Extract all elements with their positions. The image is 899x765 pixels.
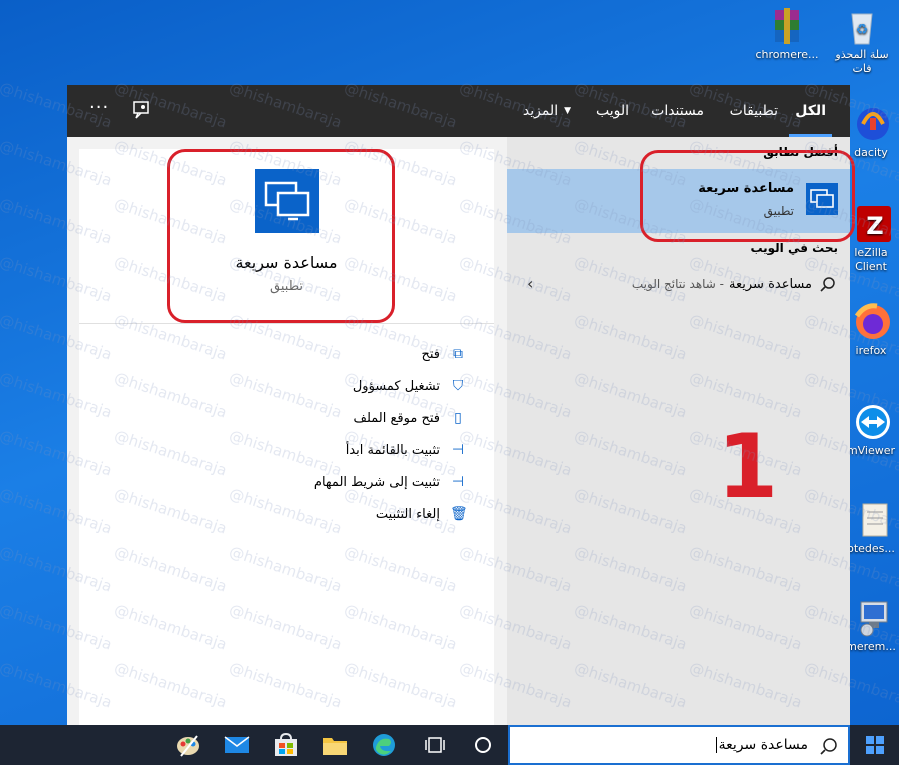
action-open-file-location[interactable]: فتح موقع الملف ▯ [354,407,466,429]
recycle-bin-icon: ♻ [842,6,882,46]
tab-documents[interactable]: مستندات [651,85,704,137]
trash-icon: 🗑 [450,506,468,522]
search-filter-bar: الكل تطبيقات مستندات الويب المزيد ▼ ··· [67,85,850,137]
action-pin-to-start[interactable]: تثبيت بالقائمة ابدأ ⊣ [346,439,466,461]
file-location-icon: ▯ [454,410,462,426]
windows-start-icon[interactable] [861,731,889,759]
firefox-icon [851,302,891,342]
divider [79,323,494,324]
tab-more-label: المزيد [522,103,559,119]
action-pin-to-taskbar[interactable]: تثبيت إلى شريط المهام ⊣ [314,471,466,493]
store-icon[interactable] [272,731,300,759]
desktop-icon-label: سلة المحذو فات [835,48,889,75]
tab-all[interactable]: الكل [789,85,832,137]
desktop-icon-recycle-bin[interactable]: ♻ سلة المحذو فات [827,6,897,76]
admin-shield-icon: ⛉ [452,378,464,394]
ellipsis-icon[interactable]: ··· [89,97,109,118]
annotation-number: 1 [717,415,779,518]
action-label: فتح [421,346,440,362]
open-icon: ⧉ [453,346,463,362]
feedback-icon[interactable] [131,99,153,121]
action-uninstall[interactable]: إلغاء التثبيت 🗑 [375,503,468,525]
tab-web[interactable]: الويب [596,85,629,137]
svg-text:♻: ♻ [856,22,869,38]
action-label: تشغيل كمسؤول [352,378,440,394]
chromeremote-icon [851,598,891,638]
search-icon [820,276,836,292]
action-open[interactable]: فتح ⧉ [421,343,466,365]
search-icon [820,737,838,755]
audacity-icon [851,104,891,144]
svg-text:Z: Z [866,212,883,240]
edge-icon[interactable] [370,731,398,759]
filezilla-icon: Z [851,204,891,244]
action-label: فتح موقع الملف [353,410,440,426]
pin-taskbar-icon: ⊣ [451,474,465,490]
search-input[interactable]: مساعدة سريعة [715,737,808,753]
teamviewer-icon [851,402,891,442]
tab-more[interactable]: المزيد ▼ [523,85,571,137]
desktop-icon-winrar[interactable]: chromere... [752,6,822,62]
tab-apps[interactable]: تطبيقات [730,85,778,137]
annotation-box-best-match [640,150,855,242]
mail-icon[interactable] [223,731,251,759]
web-search-item[interactable]: مساعدة سريعة - شاهد نتائج الويب ‹ [507,269,850,301]
task-view-icon[interactable] [421,731,449,759]
taskbar-search-box[interactable]: مساعدة سريعة [508,725,850,765]
action-run-as-admin[interactable]: تشغيل كمسؤول ⛉ [353,375,466,397]
pin-start-icon: ⊣ [451,442,465,458]
desktop-icon-label: chromere... [755,48,819,61]
web-search-query: مساعدة سريعة [729,277,812,292]
file-explorer-icon[interactable] [321,731,349,759]
web-search-heading: بحث في الويب [750,241,838,255]
cortana-icon[interactable] [469,731,497,759]
action-label: تثبيت بالقائمة ابدأ [345,442,440,458]
notepad-icon [851,500,891,540]
annotation-box-detail [167,149,395,323]
chevron-down-icon: ▼ [564,106,571,116]
action-label: إلغاء التثبيت [375,506,440,522]
winrar-icon [767,6,807,46]
action-label: تثبيت إلى شريط المهام [313,474,440,490]
web-search-suffix: - شاهد نتائج الويب [631,277,725,291]
paint-icon[interactable] [174,731,202,759]
chevron-left-icon[interactable]: ‹ [527,274,533,293]
